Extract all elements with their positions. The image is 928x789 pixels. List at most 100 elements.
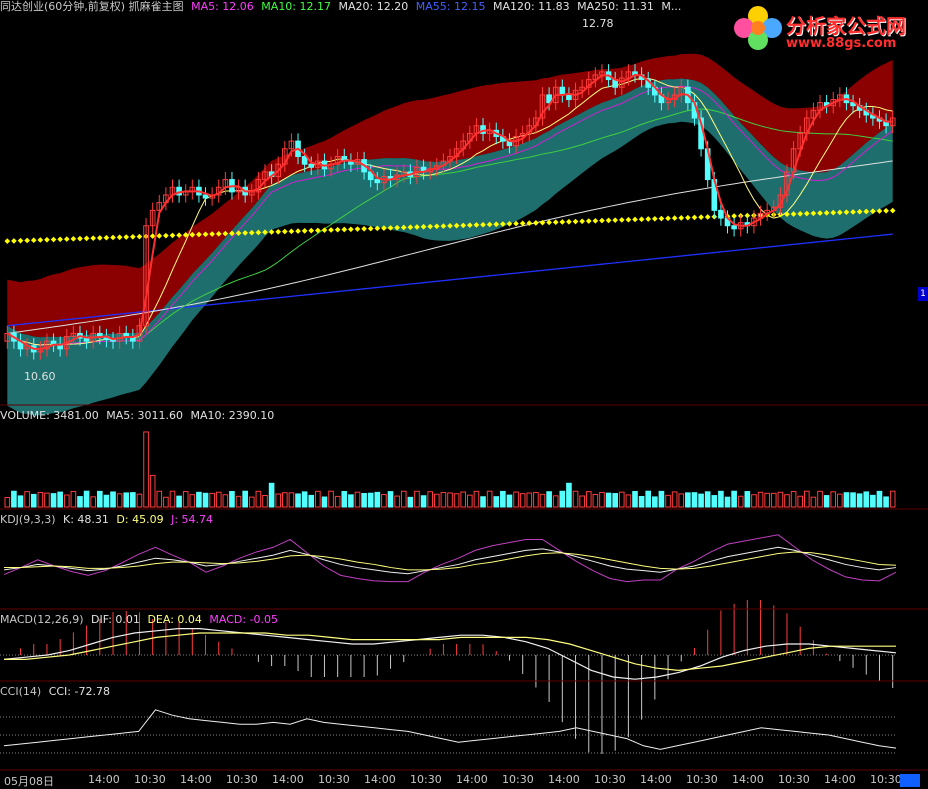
right-scale-marker[interactable]: 1 [918, 287, 928, 301]
volume-bar [169, 490, 176, 508]
volume-bar [638, 495, 645, 508]
volume-bar [480, 496, 486, 508]
volume-bar [255, 490, 262, 508]
volume-bar [744, 491, 751, 508]
volume-bar [559, 490, 566, 508]
volume-bar [163, 496, 169, 508]
dotted-ma-point [361, 225, 367, 232]
dotted-ma-point [889, 207, 896, 214]
volume-bar [143, 431, 149, 508]
volume-bar [361, 492, 367, 508]
volume-bar [519, 493, 526, 508]
volume-bar [433, 493, 440, 508]
dotted-ma-point [625, 216, 632, 223]
high-price-value: 12.78 [582, 17, 614, 30]
volume-bar [467, 494, 473, 508]
candle-down [566, 94, 572, 101]
volume-bar [870, 494, 876, 508]
volume-bar [731, 490, 737, 508]
x-tick-label: 05月08日 [4, 775, 54, 788]
volume-bar [486, 490, 493, 508]
volume-bar [790, 491, 797, 508]
dotted-ma-point [321, 227, 328, 234]
volume-bar [830, 491, 837, 508]
volume-bar [658, 490, 665, 508]
dotted-ma-point [665, 215, 671, 222]
volume-bar [876, 490, 883, 508]
volume-bar [229, 491, 235, 508]
volume-bar [585, 491, 592, 508]
volume-bar [83, 490, 90, 508]
volume-bar [262, 494, 268, 508]
volume-bar [334, 495, 341, 508]
volume-bar [704, 491, 711, 508]
volume-bar [460, 491, 467, 508]
logo-site-url: www.88gs.com [786, 36, 897, 51]
high-price-annotation: 12.78 [582, 17, 618, 30]
volume-bar [533, 492, 539, 508]
volume-bar [315, 490, 321, 508]
volume-bar [546, 491, 552, 508]
dotted-ma-point [169, 232, 176, 239]
volume-bar [737, 495, 744, 508]
volume-bar [348, 494, 354, 508]
volume-bar [579, 495, 585, 508]
dotted-ma-point [295, 228, 301, 234]
kdj-k-readout: K: 48.31 [63, 513, 109, 526]
candle-down [202, 194, 209, 199]
volume-bar [777, 491, 784, 508]
volume-bar [57, 491, 63, 508]
dotted-ma-point [308, 227, 315, 234]
low-price-annotation: 10.60 [24, 370, 60, 383]
dotted-ma-point [533, 220, 539, 226]
volume-bar [308, 494, 315, 508]
candle-down [731, 225, 737, 230]
volume-bar [797, 495, 804, 508]
x-tick-label: 14:00 [456, 773, 488, 786]
volume-bar [618, 491, 625, 508]
dotted-ma-point [37, 237, 44, 243]
dotted-ma-point [11, 238, 17, 244]
volume-bar [447, 492, 453, 508]
volume-bar [612, 493, 618, 508]
cci-readout: CCI: -72.78 [48, 685, 110, 698]
candle-down [308, 163, 315, 168]
volume-bar [453, 493, 460, 508]
volume-bar [506, 494, 513, 508]
kdj-label: KDJ(9,3,3) [0, 513, 56, 526]
volume-readout: VOLUME: 3481.00 [0, 409, 99, 422]
dotted-ma-point [566, 218, 572, 225]
x-tick-label: 10:30 [594, 773, 626, 786]
x-tick-label: 10:30 [134, 773, 166, 786]
volume-bar [513, 491, 519, 508]
volume-bar [295, 493, 301, 508]
ma120-readout: MA120: 11.83 [492, 0, 570, 13]
dotted-ma-point [605, 217, 612, 224]
scroll-corner-button[interactable] [900, 774, 920, 787]
dotted-ma-point [275, 228, 282, 235]
volume-bar [209, 492, 215, 508]
dotted-ma-point [348, 226, 354, 233]
dotted-ma-point [156, 233, 163, 239]
main-panel-header: 同达创业(60分钟,前复权) 抓麻雀主图 MA5: 12.06 MA10: 12… [0, 0, 685, 13]
volume-bar [803, 490, 810, 508]
volume-bar [123, 492, 130, 508]
macd-value-readout: MACD: -0.05 [209, 613, 279, 626]
volume-bar [711, 495, 718, 508]
volume-bar [288, 492, 295, 508]
volume-bar [718, 490, 724, 508]
dotted-ma-point [301, 228, 308, 234]
x-tick-label: 10:30 [410, 773, 442, 786]
chart-canvas [0, 53, 928, 771]
ma250-readout: MA250: 11.31 [577, 0, 654, 13]
x-tick-label: 14:00 [824, 773, 856, 786]
candle-down [374, 179, 381, 184]
x-tick-label: 14:00 [180, 773, 212, 786]
volume-bar [678, 493, 685, 508]
volume-bar [37, 491, 44, 508]
volume-bar [691, 492, 698, 508]
flower-logo-icon [734, 6, 782, 50]
volume-bar [90, 496, 97, 508]
dotted-ma-point [44, 236, 50, 243]
volume-bar [883, 496, 889, 508]
